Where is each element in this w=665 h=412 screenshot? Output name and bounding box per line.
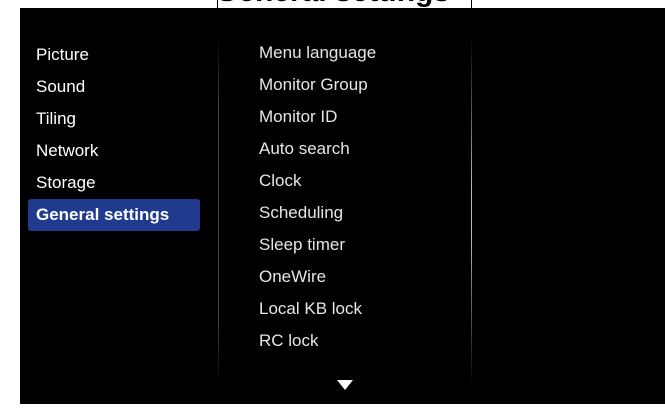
submenu-item-local-kb-lock[interactable]: Local KB lock (259, 293, 376, 325)
submenu-item-monitor-group[interactable]: Monitor Group (259, 69, 376, 101)
main-menu-item-general-settings[interactable]: General settings (28, 199, 200, 231)
general-settings-submenu: Menu language Monitor Group Monitor ID A… (259, 37, 376, 357)
submenu-item-clock[interactable]: Clock (259, 165, 376, 197)
submenu-item-auto-search[interactable]: Auto search (259, 133, 376, 165)
submenu-item-scheduling[interactable]: Scheduling (259, 197, 376, 229)
main-menu: Picture Sound Tiling Network Storage Gen… (28, 39, 200, 231)
page-title: General settings (0, 0, 665, 8)
main-menu-item-sound[interactable]: Sound (28, 71, 200, 103)
main-menu-item-picture[interactable]: Picture (28, 39, 200, 71)
submenu-item-sleep-timer[interactable]: Sleep timer (259, 229, 376, 261)
triangle-down-icon[interactable] (337, 380, 353, 390)
column-divider (471, 36, 472, 386)
column-divider (218, 36, 219, 386)
main-menu-item-storage[interactable]: Storage (28, 167, 200, 199)
main-menu-item-tiling[interactable]: Tiling (28, 103, 200, 135)
submenu-item-onewire[interactable]: OneWire (259, 261, 376, 293)
submenu-item-rc-lock[interactable]: RC lock (259, 325, 376, 357)
submenu-item-menu-language[interactable]: Menu language (259, 37, 376, 69)
submenu-item-monitor-id[interactable]: Monitor ID (259, 101, 376, 133)
main-menu-item-network[interactable]: Network (28, 135, 200, 167)
osd-menu-panel: Picture Sound Tiling Network Storage Gen… (20, 8, 665, 404)
